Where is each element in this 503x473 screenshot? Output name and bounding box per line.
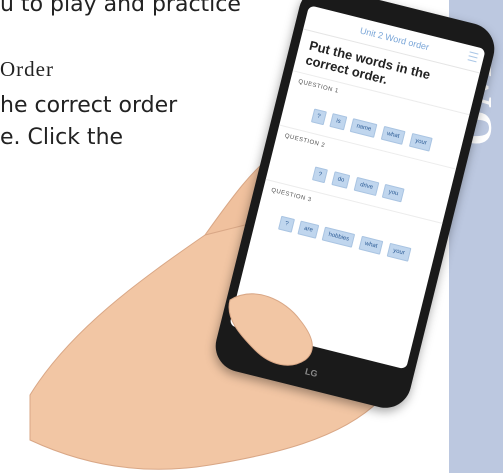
text-line-3: he correct order: [0, 93, 178, 118]
word-chip[interactable]: do: [331, 171, 351, 189]
word-chip[interactable]: you: [382, 183, 405, 203]
word-chips: ? are hobbies what your: [262, 207, 428, 266]
word-chip[interactable]: what: [358, 235, 384, 255]
word-chip[interactable]: what: [380, 125, 406, 145]
word-chip[interactable]: ?: [278, 215, 295, 233]
word-chip[interactable]: drive: [353, 176, 380, 197]
word-chip[interactable]: your: [386, 242, 412, 262]
word-chip[interactable]: ?: [311, 166, 329, 184]
word-chip[interactable]: hobbies: [321, 226, 356, 248]
word-chip[interactable]: name: [349, 118, 378, 138]
text-line-4: e. Click the: [0, 125, 124, 150]
word-chip[interactable]: is: [329, 113, 348, 131]
word-chip[interactable]: are: [297, 220, 320, 239]
word-chip[interactable]: your: [408, 132, 434, 152]
word-chip[interactable]: ?: [310, 108, 327, 126]
text-line-1: u to play and practice: [0, 0, 241, 17]
menu-icon[interactable]: [467, 51, 479, 63]
section-heading: Order: [0, 57, 54, 81]
